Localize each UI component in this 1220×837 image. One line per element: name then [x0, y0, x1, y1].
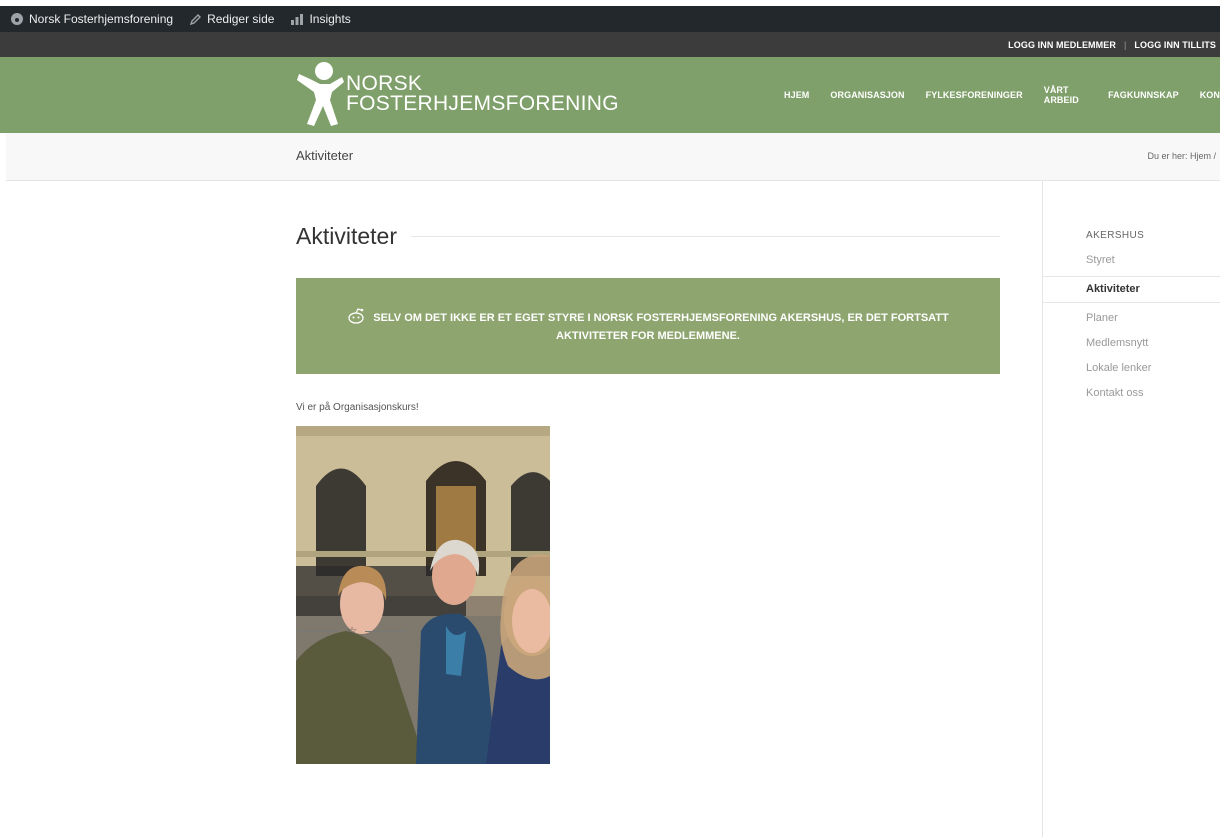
insights-label: Insights [309, 12, 351, 26]
nav-item-fagkunnskap[interactable]: FAGKUNNSKAP [1108, 90, 1179, 100]
logo-line-1: NORSK [346, 72, 423, 95]
sidebar: AKERSHUS Styret Aktiviteter Planer Medle… [1042, 181, 1220, 837]
breadcrumb[interactable]: Du er her: Hjem / [1147, 151, 1216, 161]
insights-link[interactable]: Insights [290, 12, 351, 26]
sidebar-item-lokale-lenker[interactable]: Lokale lenker [1086, 362, 1151, 374]
logo-line-2: FOSTERHJEMSFORENING [346, 92, 619, 115]
site-header: NORSK FOSTERHJEMSFORENING HJEM ORGANISAS… [0, 57, 1220, 133]
pencil-icon [189, 13, 202, 25]
nav-item-vart-arbeid[interactable]: VÅRT ARBEID [1044, 85, 1087, 105]
divider-line-right [365, 630, 406, 632]
nav-item-kontakt[interactable]: KON [1200, 90, 1220, 100]
admin-bar: Norsk Fosterhjemsforening Rediger side I… [0, 6, 1220, 32]
banner-content: SELV OM DET IKKE ER ET EGET STYRE I NORS… [346, 307, 950, 345]
edit-page-label: Rediger side [207, 12, 275, 26]
sidebar-item-kontakt-oss[interactable]: Kontakt oss [1086, 387, 1143, 399]
dashboard-icon [11, 13, 23, 25]
main-nav: HJEM ORGANISASJON FYLKESFORENINGER VÅRT … [784, 57, 1220, 133]
nav-item-organisasjon[interactable]: ORGANISASJON [830, 90, 904, 100]
sidebar-item-styret[interactable]: Styret [1086, 254, 1115, 266]
login-members-link[interactable]: LOGG INN MEDLEMMER [1008, 40, 1116, 50]
login-trusted-link[interactable]: LOGG INN TILLITS [1134, 40, 1216, 50]
star-divider: ☆ [296, 624, 408, 638]
bar-chart-icon [291, 14, 304, 25]
heading-row: Aktiviteter [296, 223, 1000, 250]
admin-site-link[interactable]: Norsk Fosterhjemsforening [10, 12, 173, 26]
heading-rule [410, 236, 1000, 237]
main-heading: Aktiviteter [296, 223, 397, 249]
nav-item-fylkesforeninger[interactable]: FYLKESFORENINGER [926, 90, 1023, 100]
edit-page-link[interactable]: Rediger side [189, 12, 274, 26]
group-selfie-photo [296, 426, 550, 764]
star-icon: ☆ [346, 624, 358, 638]
child-figure-logo-icon [297, 62, 344, 126]
sidebar-title: AKERSHUS [1086, 230, 1145, 241]
site-logo[interactable]: NORSK FOSTERHJEMSFORENING [296, 60, 619, 128]
separator: | [1123, 39, 1127, 50]
info-banner: SELV OM DET IKKE ER ET EGET STYRE I NORS… [296, 278, 1000, 374]
sidebar-item-label: Aktiviteter [1086, 283, 1140, 295]
photo-illustration [296, 426, 550, 764]
divider-line-left [298, 630, 339, 632]
sidebar-item-medlemsnytt[interactable]: Medlemsnytt [1086, 337, 1148, 349]
sidebar-item-aktiviteter[interactable]: Aktiviteter [1043, 276, 1220, 303]
banner-text: SELV OM DET IKKE ER ET EGET STYRE I NORS… [373, 311, 949, 342]
admin-site-name: Norsk Fosterhjemsforening [29, 12, 174, 26]
sidebar-item-planer[interactable]: Planer [1086, 312, 1118, 324]
intro-text: Vi er på Organisasjonskurs! [296, 402, 419, 413]
nav-item-hjem[interactable]: HJEM [784, 90, 809, 100]
alien-face-icon [348, 307, 364, 324]
login-bar: LOGG INN MEDLEMMER | LOGG INN TILLITS [0, 32, 1220, 57]
page-title-bar: Aktiviteter Du er her: Hjem / [6, 133, 1220, 181]
logo-text: NORSK FOSTERHJEMSFORENING [346, 72, 619, 115]
page-title: Aktiviteter [296, 148, 354, 163]
